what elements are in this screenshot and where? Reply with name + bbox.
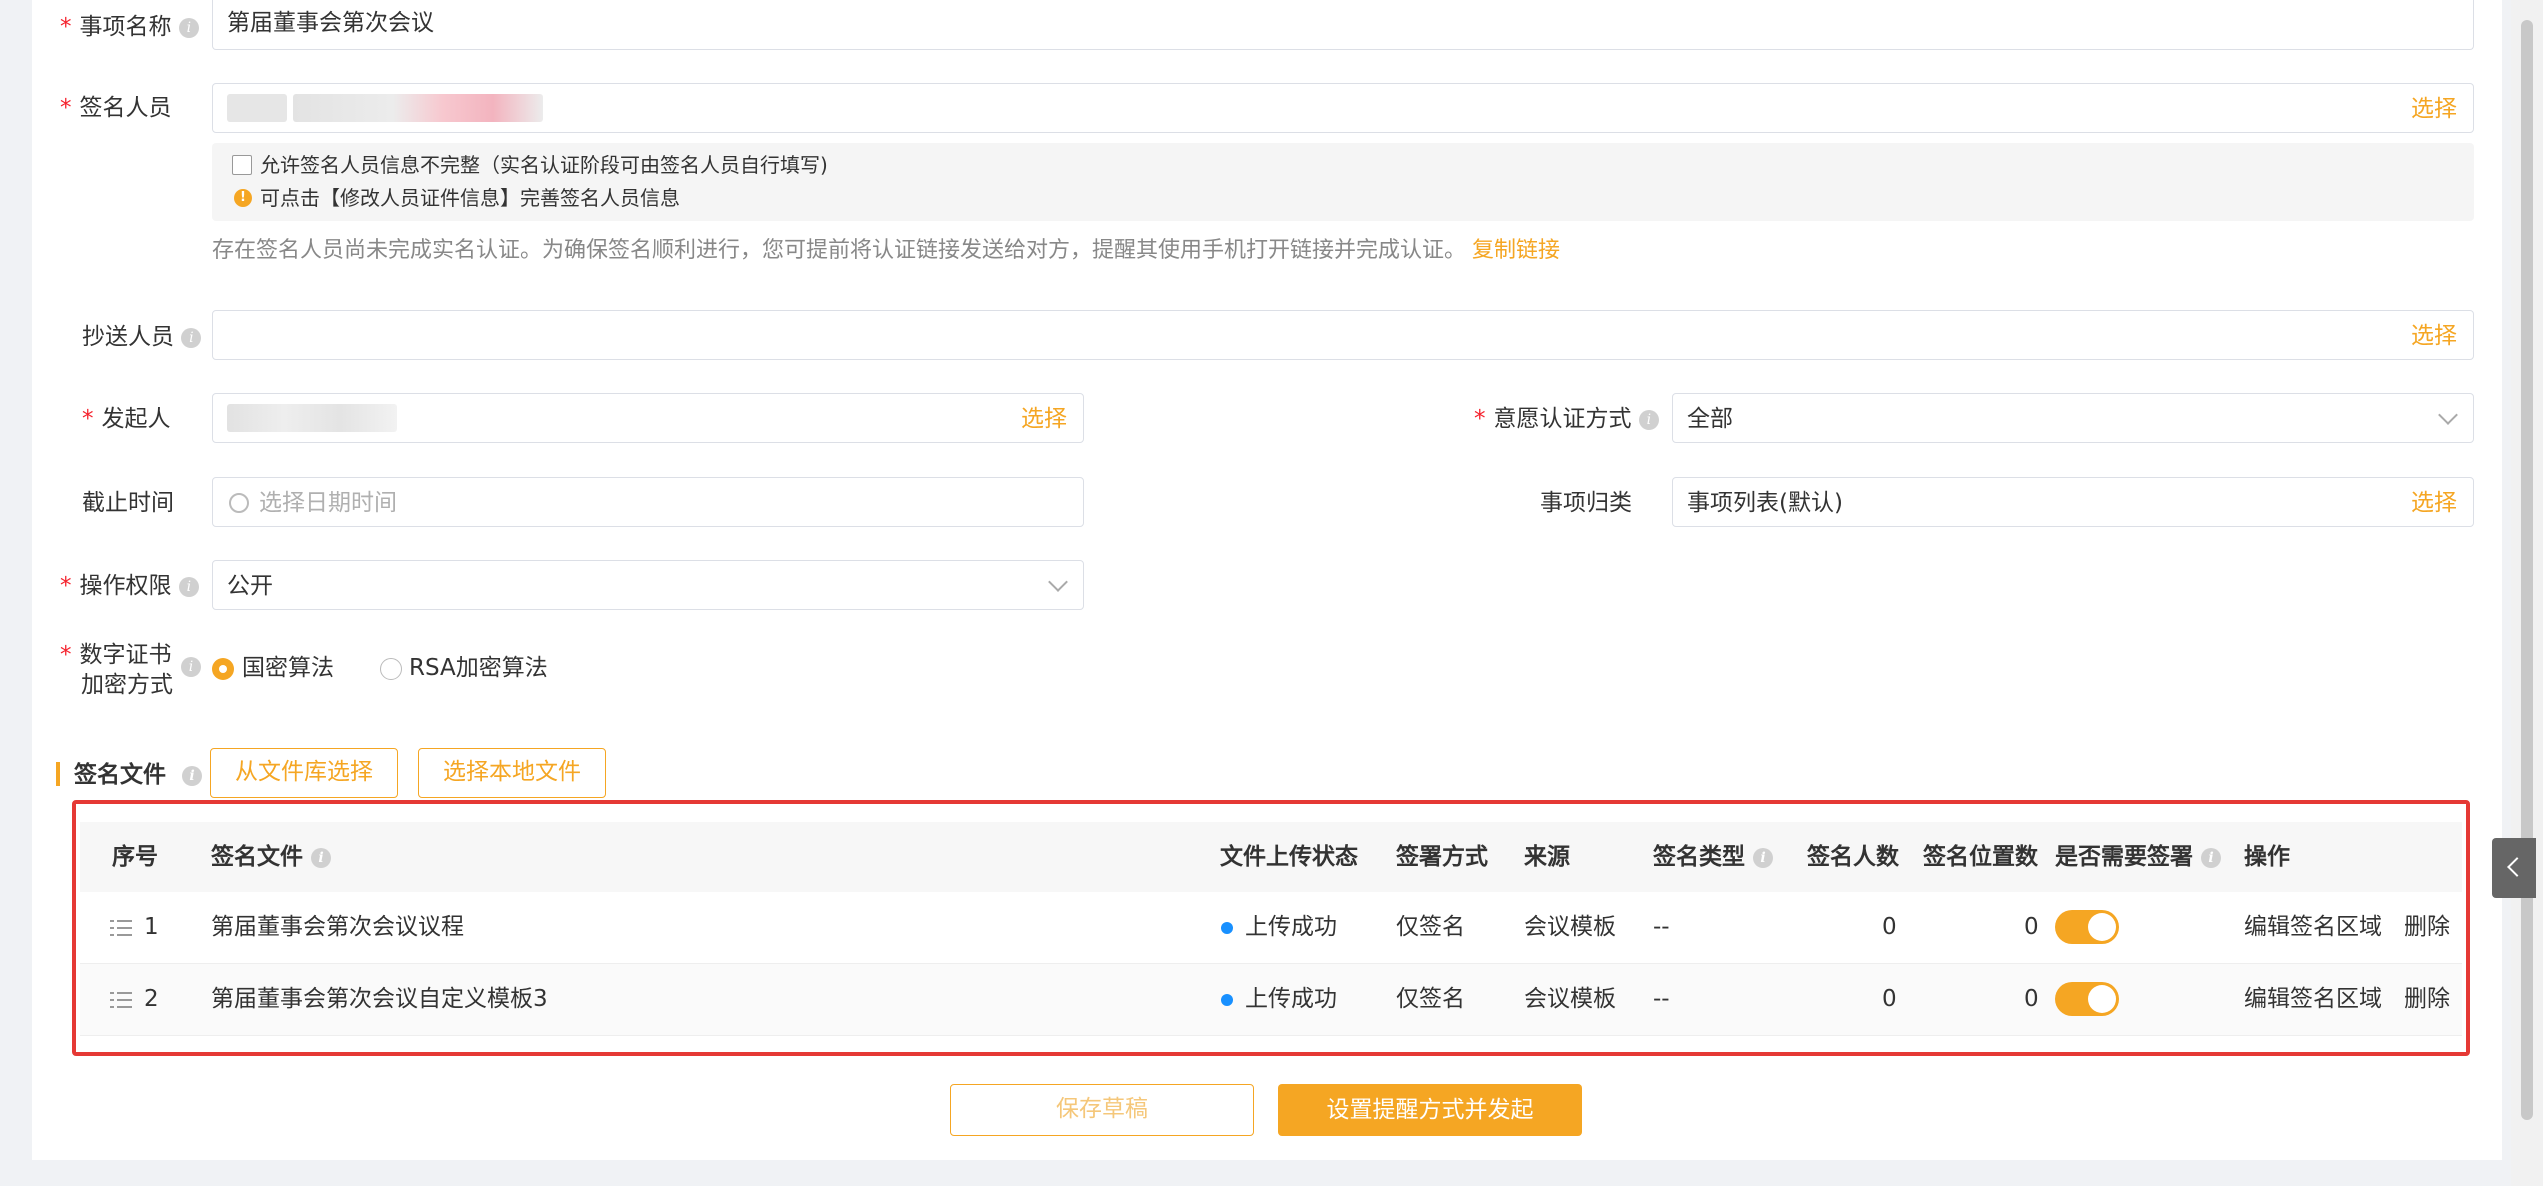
- delete-link[interactable]: 删除: [2404, 984, 2450, 1014]
- chevron-down-icon: [2438, 405, 2458, 425]
- row-sign-method: 仅签名: [1396, 986, 1465, 1012]
- row-upload-status: 上传成功: [1245, 986, 1337, 1012]
- info-icon: i: [1753, 847, 1774, 868]
- radio-rsa-label: RSA加密算法: [409, 655, 548, 681]
- info-icon: i: [1638, 409, 1659, 430]
- allow-incomplete-label: 允许签名人员信息不完整（实名认证阶段可由签名人员自行填写): [260, 153, 828, 177]
- row-signer-count: 0: [1882, 914, 1897, 940]
- info-icon: i: [181, 327, 202, 348]
- signer-redacted: [227, 94, 287, 122]
- cc-label: 抄送人员 i: [82, 322, 202, 352]
- row-source: 会议模板: [1524, 914, 1616, 940]
- files-section-title: 签名文件 i: [74, 760, 203, 790]
- deadline-input[interactable]: 选择日期时间: [212, 477, 1084, 527]
- row-file-name: 第届董事会第次会议自定义模板3: [211, 986, 548, 1012]
- row-index: 1: [144, 914, 159, 940]
- drag-handle-icon[interactable]: [110, 992, 132, 1008]
- clock-icon: [229, 493, 249, 513]
- signers-select-link[interactable]: 选择: [2411, 94, 2457, 124]
- col-index: 序号: [112, 844, 158, 870]
- row-signer-count: 0: [1882, 986, 1897, 1012]
- local-file-button[interactable]: 选择本地文件: [418, 748, 606, 798]
- info-icon: i: [2201, 847, 2222, 868]
- col-position-count: 签名位置数: [1923, 844, 2038, 870]
- col-source: 来源: [1524, 844, 1570, 870]
- row-upload-status: 上传成功: [1245, 914, 1337, 940]
- edit-sign-area-link[interactable]: 编辑签名区域: [2244, 984, 2382, 1014]
- signers-label: * 签名人员: [60, 95, 172, 121]
- col-signer-count: 签名人数: [1807, 844, 1899, 870]
- info-icon: i: [182, 765, 203, 786]
- cert-label: * 数字证书 加密方式: [60, 642, 173, 698]
- row-sign-method: 仅签名: [1396, 914, 1465, 940]
- row-position-count: 0: [2024, 986, 2039, 1012]
- col-sign-method: 签署方式: [1396, 844, 1488, 870]
- initiator-select-link[interactable]: 选择: [1021, 404, 1067, 434]
- info-icon: i: [178, 576, 199, 597]
- signers-options-box: 允许签名人员信息不完整（实名认证阶段可由签名人员自行填写) ! 可点击【修改人员…: [212, 143, 2474, 221]
- col-need-sign: 是否需要签署 i: [2055, 842, 2222, 872]
- from-library-button[interactable]: 从文件库选择: [210, 748, 398, 798]
- need-sign-toggle[interactable]: [2055, 910, 2119, 944]
- save-draft-button[interactable]: 保存草稿: [950, 1084, 1254, 1136]
- event-name-input[interactable]: 第届董事会第次会议: [212, 0, 2474, 50]
- cc-input[interactable]: 选择: [212, 310, 2474, 360]
- section-marker: [56, 762, 60, 786]
- chevron-down-icon: [1048, 572, 1068, 592]
- initiator-redacted: [227, 404, 397, 432]
- initiator-label: * 发起人: [82, 406, 171, 432]
- intent-auth-select[interactable]: 全部: [1672, 393, 2474, 443]
- edit-sign-area-link[interactable]: 编辑签名区域: [2244, 912, 2382, 942]
- status-dot: [1221, 994, 1233, 1006]
- drag-handle-icon[interactable]: [110, 920, 132, 936]
- signers-hint: 可点击【修改人员证件信息】完善签名人员信息: [260, 186, 680, 210]
- event-name-label: * 事项名称 i: [60, 12, 199, 42]
- intent-auth-label: * 意愿认证方式 i: [1474, 404, 1659, 434]
- radio-gm-label: 国密算法: [242, 655, 334, 681]
- col-file: 签名文件 i: [211, 842, 332, 872]
- row-source: 会议模板: [1524, 986, 1616, 1012]
- col-upload-status: 文件上传状态: [1220, 844, 1358, 870]
- copy-link[interactable]: 复制链接: [1472, 238, 1560, 263]
- info-icon: i: [178, 17, 199, 38]
- info-icon: i: [311, 847, 332, 868]
- initiator-input[interactable]: 选择: [212, 393, 1084, 443]
- signer-redacted: [293, 94, 543, 122]
- row-sign-type: --: [1653, 914, 1670, 940]
- submit-button[interactable]: 设置提醒方式并发起: [1278, 1084, 1582, 1136]
- row-index: 2: [144, 986, 159, 1012]
- allow-incomplete-checkbox[interactable]: [232, 155, 252, 175]
- col-sign-type: 签名类型 i: [1653, 842, 1774, 872]
- deadline-label: 截止时间: [82, 490, 174, 516]
- radio-rsa[interactable]: [380, 658, 402, 680]
- info-icon: i: [181, 657, 201, 677]
- need-sign-toggle[interactable]: [2055, 982, 2119, 1016]
- permission-select[interactable]: 公开: [212, 560, 1084, 610]
- scrollbar-thumb[interactable]: [2521, 20, 2533, 1120]
- status-dot: [1221, 922, 1233, 934]
- permission-label: * 操作权限 i: [60, 571, 199, 601]
- signers-notice: 存在签名人员尚未完成实名认证。为确保签名顺利进行，您可提前将认证链接发送给对方，…: [212, 238, 1561, 263]
- chevron-left-icon: [2507, 857, 2527, 877]
- cc-select-link[interactable]: 选择: [2411, 321, 2457, 351]
- side-collapse-tab[interactable]: [2492, 838, 2536, 898]
- row-position-count: 0: [2024, 914, 2039, 940]
- category-select-link[interactable]: 选择: [2411, 488, 2457, 518]
- col-actions: 操作: [2244, 844, 2290, 870]
- row-sign-type: --: [1653, 986, 1670, 1012]
- category-input[interactable]: 事项列表(默认) 选择: [1672, 477, 2474, 527]
- warning-icon: !: [234, 189, 252, 207]
- radio-gm-selected[interactable]: [212, 658, 234, 680]
- delete-link[interactable]: 删除: [2404, 912, 2450, 942]
- signers-input[interactable]: 选择: [212, 83, 2474, 133]
- row-file-name: 第届董事会第次会议议程: [211, 914, 464, 940]
- category-label: 事项归类: [1540, 490, 1632, 516]
